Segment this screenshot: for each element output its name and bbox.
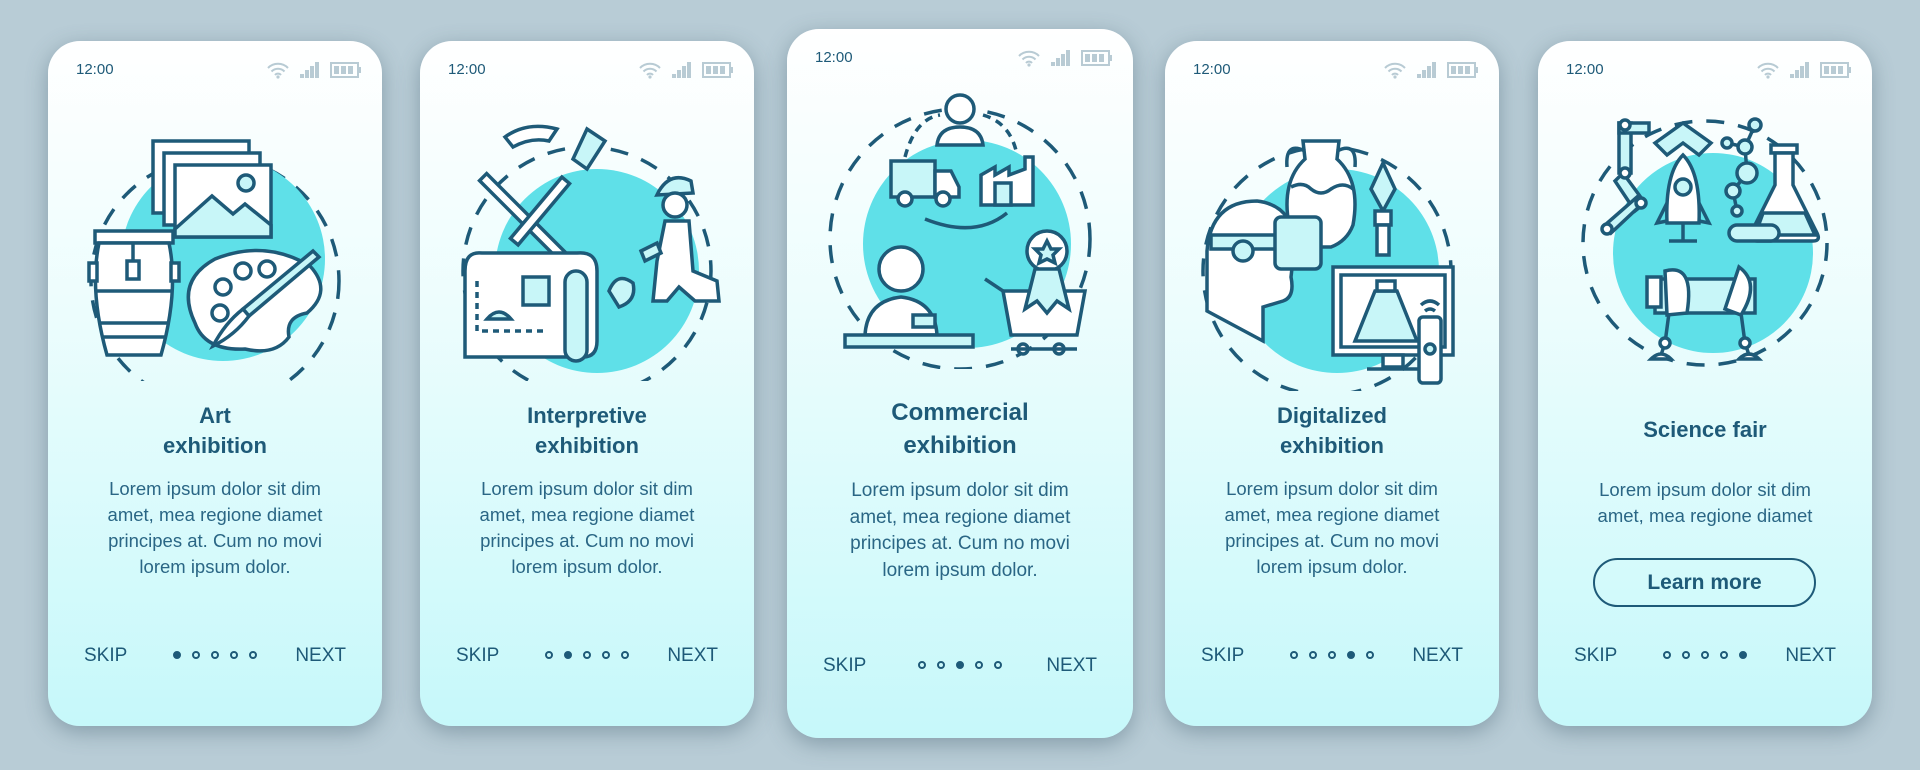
battery-icon <box>1447 62 1478 78</box>
pager-nav: SKIP NEXT <box>1165 645 1499 669</box>
screen-description: Lorem ipsum dolor sit dim amet, mea regi… <box>849 480 1071 581</box>
treasure-map-icon <box>463 251 599 363</box>
screen-title: Art exhibition <box>163 403 267 458</box>
page-dot-1[interactable] <box>173 651 181 659</box>
battery-icon <box>330 62 361 78</box>
page-dot-3[interactable] <box>1701 651 1709 659</box>
wifi-icon <box>639 62 661 79</box>
skip-button[interactable]: SKIP <box>1201 645 1244 667</box>
status-time: 12:00 <box>448 61 486 78</box>
onboarding-screen-interpretive: 12:00 Interpretive exhibition Lorem ipsu… <box>420 41 754 726</box>
skip-button[interactable]: SKIP <box>1574 645 1617 667</box>
status-time: 12:00 <box>76 61 114 78</box>
onboarding-screen-art: 12:00 Art exhibition Lorem ipsum dolor s… <box>48 41 382 726</box>
page-dot-3[interactable] <box>956 661 964 669</box>
next-button[interactable]: NEXT <box>667 645 718 667</box>
signal-icon <box>1790 62 1809 78</box>
screen-description: Lorem ipsum dolor sit dim amet, mea regi… <box>479 478 695 577</box>
customer-icon <box>935 93 985 147</box>
screen-description: Lorem ipsum dolor sit dim amet, mea regi… <box>1597 479 1813 526</box>
status-icons <box>1017 49 1113 67</box>
status-time: 12:00 <box>815 49 853 66</box>
page-dot-5[interactable] <box>249 651 257 659</box>
illustration-interpretive <box>420 101 754 381</box>
onboarding-screen-digitalized: 12:00 Digitalized exhibition Lorem ipsum… <box>1165 41 1499 726</box>
status-icons <box>638 61 734 79</box>
picture-frames-icon <box>151 139 273 239</box>
page-dot-1[interactable] <box>918 661 926 669</box>
page-dot-4[interactable] <box>230 651 238 659</box>
page-dot-2[interactable] <box>564 651 572 659</box>
page-dot-4[interactable] <box>975 661 983 669</box>
page-dot-3[interactable] <box>1328 651 1336 659</box>
page-dot-4[interactable] <box>1347 651 1355 659</box>
page-dot-4[interactable] <box>602 651 610 659</box>
page-dot-5[interactable] <box>1366 651 1374 659</box>
screen-title: Digitalized exhibition <box>1276 403 1387 458</box>
next-button[interactable]: NEXT <box>1046 655 1097 677</box>
pager-nav: SKIP NEXT <box>1538 645 1872 669</box>
page-dot-3[interactable] <box>583 651 591 659</box>
status-icons <box>1383 61 1479 79</box>
wifi-icon <box>1757 62 1779 79</box>
page-dot-2[interactable] <box>192 651 200 659</box>
next-button[interactable]: NEXT <box>1412 645 1463 667</box>
learn-more-button[interactable]: Learn more <box>1593 558 1816 607</box>
page-dot-2[interactable] <box>937 661 945 669</box>
wifi-icon <box>267 62 289 79</box>
page-dot-1[interactable] <box>1290 651 1298 659</box>
page-indicator <box>545 651 629 659</box>
signal-icon <box>672 62 691 78</box>
battery-icon <box>702 62 733 78</box>
pager-nav: SKIP NEXT <box>48 645 382 669</box>
illustration-digitalized <box>1165 101 1499 391</box>
signal-icon <box>1417 62 1436 78</box>
wifi-icon <box>1018 50 1040 67</box>
skip-button[interactable]: SKIP <box>823 655 866 677</box>
screen-description: Lorem ipsum dolor sit dim amet, mea regi… <box>1224 478 1440 577</box>
page-dot-1[interactable] <box>1663 651 1671 659</box>
status-icons <box>1756 61 1852 79</box>
pager-nav: SKIP NEXT <box>787 655 1133 679</box>
onboarding-screen-science-fair: 12:00 Science fair Lorem ipsum dolor sit… <box>1538 41 1872 726</box>
next-button[interactable]: NEXT <box>1785 645 1836 667</box>
signal-icon <box>1051 50 1070 66</box>
page-indicator <box>173 651 257 659</box>
page-dot-5[interactable] <box>1739 651 1747 659</box>
page-indicator <box>1663 651 1747 659</box>
status-time: 12:00 <box>1193 61 1231 78</box>
page-dot-5[interactable] <box>994 661 1002 669</box>
signal-icon <box>300 62 319 78</box>
page-dot-1[interactable] <box>545 651 553 659</box>
screen-title: Interpretive exhibition <box>527 403 647 458</box>
page-dot-2[interactable] <box>1682 651 1690 659</box>
screen-title: Science fair <box>1643 417 1767 442</box>
illustration-science <box>1538 103 1872 383</box>
page-indicator <box>918 661 1002 669</box>
page-dot-4[interactable] <box>1720 651 1728 659</box>
drum-icon <box>87 229 181 357</box>
page-dot-2[interactable] <box>1309 651 1317 659</box>
skip-button[interactable]: SKIP <box>84 645 127 667</box>
battery-icon <box>1081 50 1112 66</box>
skip-button[interactable]: SKIP <box>456 645 499 667</box>
page-dot-3[interactable] <box>211 651 219 659</box>
battery-icon <box>1820 62 1851 78</box>
illustration-commercial <box>787 79 1133 369</box>
page-dot-5[interactable] <box>621 651 629 659</box>
pager-nav: SKIP NEXT <box>420 645 754 669</box>
next-button[interactable]: NEXT <box>295 645 346 667</box>
screen-title: Commercial exhibition <box>891 399 1029 459</box>
screen-description: Lorem ipsum dolor sit dim amet, mea regi… <box>107 478 323 577</box>
onboarding-screen-commercial: 12:00 Commercial exhibition Lorem ipsum … <box>787 29 1133 738</box>
status-time: 12:00 <box>1566 61 1604 78</box>
illustration-art <box>48 101 382 381</box>
page-indicator <box>1290 651 1374 659</box>
wifi-icon <box>1384 62 1406 79</box>
status-icons <box>266 61 362 79</box>
